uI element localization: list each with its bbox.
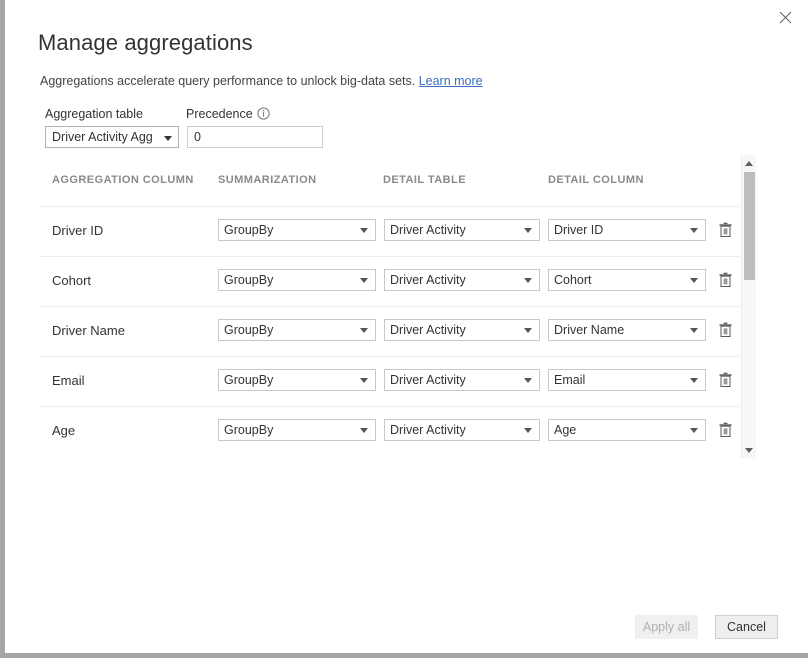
detail-table-select[interactable]: Driver Activity bbox=[384, 219, 540, 241]
delete-row-button[interactable] bbox=[714, 269, 736, 291]
precedence-input[interactable] bbox=[187, 126, 323, 148]
table-scrollbar[interactable] bbox=[741, 155, 756, 458]
table-header-row: AGGREGATION COLUMN SUMMARIZATION DETAIL … bbox=[40, 155, 740, 206]
chevron-down-icon bbox=[690, 428, 698, 433]
detail-table-value: Driver Activity bbox=[390, 223, 466, 237]
trash-icon bbox=[718, 322, 733, 338]
detail-column-select[interactable]: Age bbox=[548, 419, 706, 441]
chevron-down-icon bbox=[690, 228, 698, 233]
table-row: Email GroupBy Driver Activity Email bbox=[40, 356, 740, 406]
chevron-down-icon bbox=[360, 278, 368, 283]
aggregation-column-value: Cohort bbox=[52, 273, 91, 288]
column-header-detail-column: DETAIL COLUMN bbox=[548, 174, 644, 186]
chevron-down-icon bbox=[690, 278, 698, 283]
trash-icon bbox=[718, 372, 733, 388]
detail-table-select[interactable]: Driver Activity bbox=[384, 419, 540, 441]
aggregation-table-select[interactable]: Driver Activity Agg bbox=[45, 126, 179, 148]
detail-column-select[interactable]: Driver ID bbox=[548, 219, 706, 241]
summarization-select[interactable]: GroupBy bbox=[218, 269, 376, 291]
scroll-down-button[interactable] bbox=[742, 443, 756, 457]
chevron-down-icon bbox=[360, 378, 368, 383]
chevron-down-icon bbox=[690, 378, 698, 383]
summarization-select[interactable]: GroupBy bbox=[218, 419, 376, 441]
table-row: Driver Name GroupBy Driver Activity Driv… bbox=[40, 306, 740, 356]
detail-column-select[interactable]: Email bbox=[548, 369, 706, 391]
delete-row-button[interactable] bbox=[714, 419, 736, 441]
apply-all-button[interactable]: Apply all bbox=[635, 615, 698, 639]
detail-table-select[interactable]: Driver Activity bbox=[384, 369, 540, 391]
detail-table-value: Driver Activity bbox=[390, 273, 466, 287]
trash-icon bbox=[718, 422, 733, 438]
precedence-label-text: Precedence bbox=[186, 107, 253, 121]
trash-icon bbox=[718, 272, 733, 288]
dialog-description: Aggregations accelerate query performanc… bbox=[40, 74, 483, 88]
detail-column-select[interactable]: Driver Name bbox=[548, 319, 706, 341]
summarization-select[interactable]: GroupBy bbox=[218, 319, 376, 341]
table-row: Driver ID GroupBy Driver Activity Driver… bbox=[40, 206, 740, 256]
aggregations-table: AGGREGATION COLUMN SUMMARIZATION DETAIL … bbox=[40, 155, 756, 458]
column-header-detail-table: DETAIL TABLE bbox=[383, 174, 466, 186]
chevron-down-icon bbox=[164, 136, 172, 141]
description-text: Aggregations accelerate query performanc… bbox=[40, 74, 415, 88]
chevron-down-icon bbox=[524, 278, 532, 283]
detail-column-value: Email bbox=[554, 373, 585, 387]
info-icon[interactable] bbox=[257, 107, 270, 123]
table-row: Age GroupBy Driver Activity Age bbox=[40, 406, 740, 456]
chevron-down-icon bbox=[745, 448, 753, 453]
column-header-aggregation-column: AGGREGATION COLUMN bbox=[52, 174, 194, 186]
aggregation-column-value: Driver ID bbox=[52, 223, 103, 238]
chevron-down-icon bbox=[524, 428, 532, 433]
summarization-value: GroupBy bbox=[224, 323, 273, 337]
detail-column-value: Cohort bbox=[554, 273, 592, 287]
detail-table-value: Driver Activity bbox=[390, 423, 466, 437]
chevron-down-icon bbox=[360, 428, 368, 433]
summarization-select[interactable]: GroupBy bbox=[218, 219, 376, 241]
column-header-summarization: SUMMARIZATION bbox=[218, 174, 317, 186]
detail-column-value: Driver Name bbox=[554, 323, 624, 337]
chevron-up-icon bbox=[745, 161, 753, 166]
chevron-down-icon bbox=[524, 228, 532, 233]
summarization-value: GroupBy bbox=[224, 223, 273, 237]
scroll-up-button[interactable] bbox=[742, 156, 756, 170]
close-glyph bbox=[779, 11, 792, 24]
scrollbar-thumb[interactable] bbox=[744, 172, 755, 280]
precedence-label: Precedence bbox=[186, 107, 270, 123]
chevron-down-icon bbox=[690, 328, 698, 333]
manage-aggregations-dialog: Manage aggregations Aggregations acceler… bbox=[10, 0, 808, 653]
delete-row-button[interactable] bbox=[714, 369, 736, 391]
summarization-select[interactable]: GroupBy bbox=[218, 369, 376, 391]
delete-row-button[interactable] bbox=[714, 319, 736, 341]
learn-more-link[interactable]: Learn more bbox=[419, 74, 483, 88]
chevron-down-icon bbox=[524, 378, 532, 383]
table-body: Driver ID GroupBy Driver Activity Driver… bbox=[40, 206, 740, 456]
detail-table-value: Driver Activity bbox=[390, 373, 466, 387]
table-row: Cohort GroupBy Driver Activity Cohort bbox=[40, 256, 740, 306]
aggregation-column-value: Email bbox=[52, 373, 85, 388]
detail-table-select[interactable]: Driver Activity bbox=[384, 269, 540, 291]
detail-table-value: Driver Activity bbox=[390, 323, 466, 337]
detail-column-value: Age bbox=[554, 423, 576, 437]
page-title: Manage aggregations bbox=[38, 30, 253, 56]
aggregation-column-value: Age bbox=[52, 423, 75, 438]
aggregation-table-label: Aggregation table bbox=[45, 107, 143, 121]
summarization-value: GroupBy bbox=[224, 373, 273, 387]
chevron-down-icon bbox=[360, 228, 368, 233]
summarization-value: GroupBy bbox=[224, 273, 273, 287]
aggregation-table-value: Driver Activity Agg bbox=[52, 130, 153, 144]
detail-column-value: Driver ID bbox=[554, 223, 603, 237]
dialog-footer: Apply all Cancel bbox=[10, 605, 808, 653]
aggregation-column-value: Driver Name bbox=[52, 323, 125, 338]
chevron-down-icon bbox=[360, 328, 368, 333]
detail-table-select[interactable]: Driver Activity bbox=[384, 319, 540, 341]
summarization-value: GroupBy bbox=[224, 423, 273, 437]
delete-row-button[interactable] bbox=[714, 219, 736, 241]
trash-icon bbox=[718, 222, 733, 238]
detail-column-select[interactable]: Cohort bbox=[548, 269, 706, 291]
close-icon[interactable] bbox=[768, 2, 802, 32]
chevron-down-icon bbox=[524, 328, 532, 333]
window-frame: Manage aggregations Aggregations acceler… bbox=[0, 0, 808, 658]
cancel-button[interactable]: Cancel bbox=[715, 615, 778, 639]
